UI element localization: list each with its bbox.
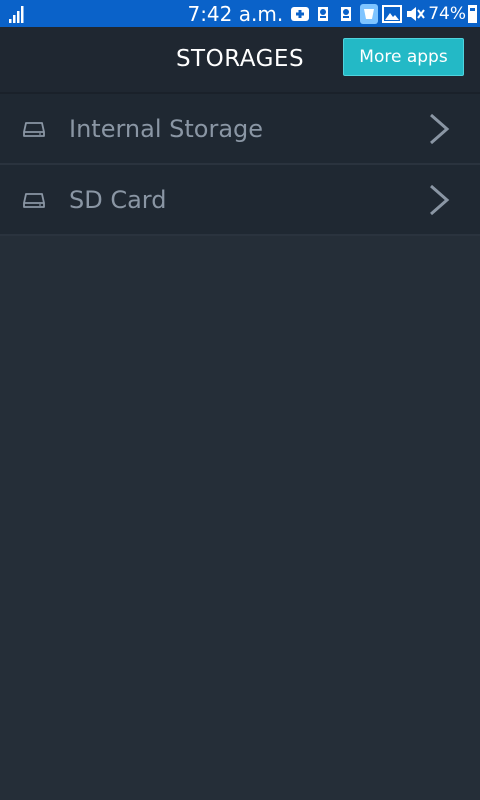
battery-icon	[468, 4, 477, 23]
status-time: 7:42 a.m.	[187, 1, 284, 26]
storage-item-label: Internal Storage	[69, 114, 264, 143]
storage-list: Internal Storage SD Card	[0, 94, 480, 236]
app-notification-icon	[335, 4, 357, 24]
app-notification-icon	[312, 4, 334, 24]
app-header: STORAGES More apps	[0, 27, 480, 94]
status-bar: 7:42 a.m. 74%	[0, 0, 480, 27]
battery-percent: 74%	[428, 3, 466, 24]
storage-item-internal[interactable]: Internal Storage	[0, 94, 480, 165]
chevron-right-icon	[430, 184, 450, 215]
signal-icon	[9, 6, 24, 23]
chevron-right-icon	[430, 113, 450, 144]
message-icon	[289, 4, 311, 24]
storage-item-sd-card[interactable]: SD Card	[0, 165, 480, 236]
drive-icon	[23, 192, 45, 208]
storage-item-label: SD Card	[69, 185, 167, 214]
mute-icon	[404, 4, 426, 24]
image-icon	[381, 4, 403, 24]
drive-icon	[23, 121, 45, 137]
app-notification-icon	[358, 3, 380, 24]
more-apps-button[interactable]: More apps	[343, 38, 464, 76]
